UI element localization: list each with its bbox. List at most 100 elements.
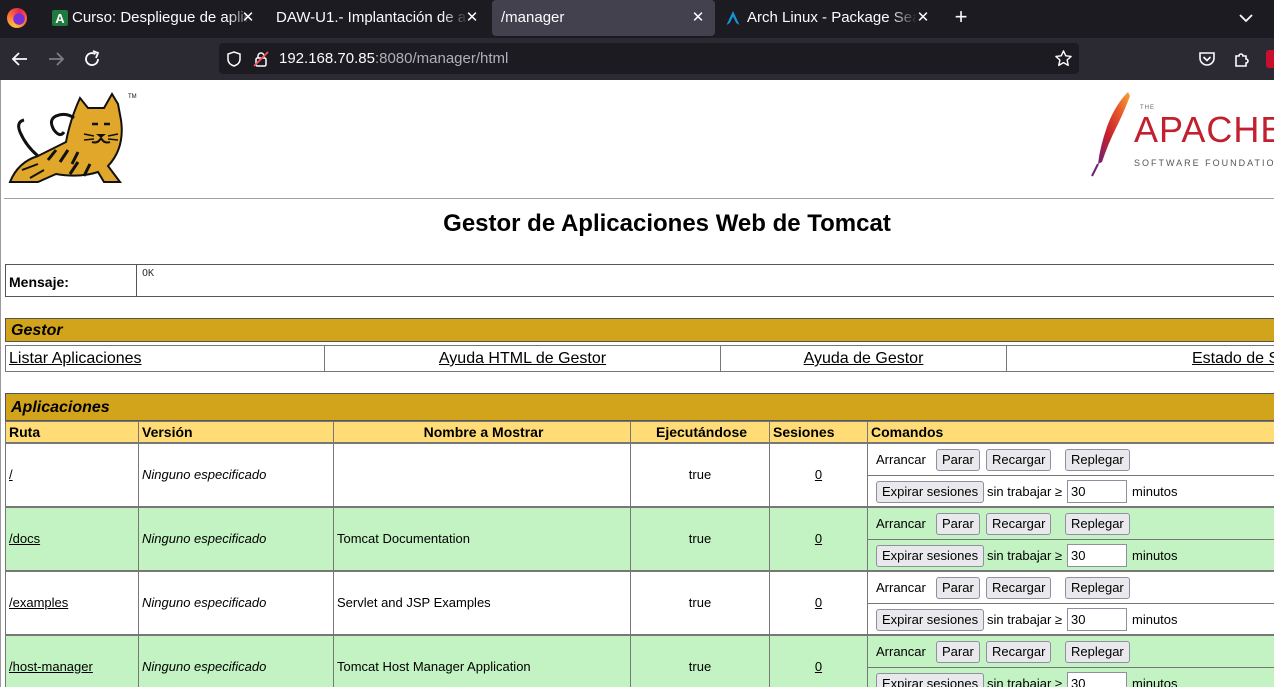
table-row: /docs Ninguno especificado Tomcat Docume… [5, 507, 1274, 571]
message-label: Mensaje: [6, 265, 137, 296]
bookmark-star-icon[interactable] [1054, 49, 1073, 68]
column-header-version: Versión [138, 421, 334, 443]
extension-icon[interactable] [1266, 50, 1274, 68]
extensions-icon[interactable] [1231, 48, 1253, 70]
undeploy-button[interactable]: Replegar [1065, 577, 1130, 599]
svg-text:A: A [55, 11, 65, 26]
app-commands: Arrancar Parar Recargar Replegar Expirar… [867, 507, 1274, 571]
reload-button[interactable]: Recargar [986, 577, 1052, 599]
expire-sessions-button[interactable]: Expirar sesiones [876, 673, 985, 687]
close-tab-icon[interactable]: ✕ [690, 0, 706, 36]
start-command: Arrancar [876, 644, 926, 659]
undeploy-button[interactable]: Replegar [1065, 449, 1130, 471]
app-running: true [688, 595, 712, 610]
url-text[interactable]: 192.168.70.85:8080/manager/html [279, 43, 508, 74]
manager-help-link[interactable]: Ayuda de Gestor [804, 350, 924, 367]
gestor-links: Listar Aplicaciones Ayuda HTML de Gestor… [5, 345, 1274, 372]
gestor-heading: Gestor [5, 318, 1274, 342]
firefox-logo-icon[interactable] [7, 8, 27, 28]
expire-sessions-button[interactable]: Expirar sesiones [876, 609, 985, 631]
tab-strip: A Curso: Despliegue de aplicaciones web … [0, 0, 1274, 38]
app-commands: Arrancar Parar Recargar Replegar Expirar… [867, 635, 1274, 687]
message-value: OK [142, 268, 155, 279]
tomcat-logo[interactable]: TM [8, 90, 148, 186]
reload-button[interactable]: Recargar [986, 641, 1052, 663]
stop-button[interactable]: Parar [936, 641, 980, 663]
tab-manager[interactable]: /manager ✕ [492, 0, 715, 36]
idle-minutes-input[interactable]: 30 [1067, 480, 1127, 503]
shield-icon[interactable] [225, 50, 243, 68]
idle-label: sin trabajar ≥ [987, 548, 1063, 563]
column-header-path: Ruta [5, 421, 139, 443]
reload-icon[interactable] [81, 48, 103, 70]
table-row: /host-manager Ninguno especificado Tomca… [5, 635, 1274, 687]
app-sessions-link[interactable]: 0 [815, 659, 822, 674]
tab-daw[interactable]: DAW-U1.- Implantación de arquitecturas w… [268, 0, 488, 36]
html-manager-help-link[interactable]: Ayuda HTML de Gestor [439, 350, 606, 367]
expire-sessions-button[interactable]: Expirar sesiones [876, 481, 985, 503]
app-sessions-link[interactable]: 0 [815, 467, 822, 482]
stop-button[interactable]: Parar [936, 513, 980, 535]
column-header-running: Ejecutándose [630, 421, 770, 443]
reload-button[interactable]: Recargar [986, 513, 1052, 535]
minutes-label: minutos [1132, 548, 1178, 563]
start-command: Arrancar [876, 516, 926, 531]
app-display-name: Tomcat Host Manager Application [337, 659, 531, 674]
app-commands: Arrancar Parar Recargar Replegar Expirar… [867, 571, 1274, 635]
tab-title: Curso: Despliegue de aplicaciones web [72, 9, 247, 26]
idle-label: sin trabajar ≥ [987, 612, 1063, 627]
close-tab-icon[interactable]: ✕ [464, 0, 480, 36]
app-version: Ninguno especificado [142, 595, 267, 610]
idle-minutes-input[interactable]: 30 [1067, 608, 1127, 631]
insecure-lock-icon[interactable] [252, 50, 270, 68]
new-tab-icon[interactable]: + [952, 0, 970, 36]
app-display-name: Servlet and JSP Examples [337, 595, 491, 610]
start-command: Arrancar [876, 452, 926, 467]
address-bar[interactable]: 192.168.70.85:8080/manager/html [219, 43, 1079, 74]
tab-curso[interactable]: A Curso: Despliegue de aplicaciones web … [44, 0, 262, 36]
app-running: true [688, 467, 712, 482]
expire-sessions-button[interactable]: Expirar sesiones [876, 545, 985, 567]
column-header-sessions: Sesiones [769, 421, 868, 443]
server-status-link[interactable]: Estado de Servidor [1192, 350, 1274, 367]
pocket-icon[interactable] [1196, 48, 1218, 70]
reload-button[interactable]: Recargar [986, 449, 1052, 471]
tab-arch[interactable]: Arch Linux - Package Search ✕ [719, 0, 941, 36]
close-tab-icon[interactable]: ✕ [240, 0, 256, 36]
page-content: TM THE APACHE SOFTWARE FOUNDATION Gestor… [0, 80, 1274, 687]
app-version: Ninguno especificado [142, 467, 267, 482]
app-sessions-link[interactable]: 0 [815, 531, 822, 546]
close-tab-icon[interactable]: ✕ [915, 0, 931, 36]
minutes-label: minutos [1132, 484, 1178, 499]
stop-button[interactable]: Parar [936, 449, 980, 471]
app-running: true [688, 531, 712, 546]
applications-heading: Aplicaciones [5, 393, 1274, 421]
app-path-link[interactable]: / [9, 467, 13, 482]
idle-minutes-input[interactable]: 30 [1067, 544, 1127, 567]
undeploy-button[interactable]: Replegar [1065, 641, 1130, 663]
idle-label: sin trabajar ≥ [987, 484, 1063, 499]
app-display-name: Tomcat Documentation [337, 531, 470, 546]
column-header-commands: Comandos [867, 421, 1274, 443]
stop-button[interactable]: Parar [936, 577, 980, 599]
app-version: Ninguno especificado [142, 659, 267, 674]
list-all-tabs-icon[interactable] [1236, 6, 1256, 30]
page-title: Gestor de Aplicaciones Web de Tomcat [443, 210, 891, 237]
app-running: true [688, 659, 712, 674]
list-applications-link[interactable]: Listar Aplicaciones [9, 350, 142, 367]
app-path-link[interactable]: /examples [9, 595, 68, 610]
table-row: /examples Ninguno especificado Servlet a… [5, 571, 1274, 635]
tab-title: /manager [501, 9, 565, 26]
app-sessions-link[interactable]: 0 [815, 595, 822, 610]
moodle-a-icon: A [52, 10, 68, 26]
navigation-toolbar: 192.168.70.85:8080/manager/html [0, 38, 1274, 80]
idle-label: sin trabajar ≥ [987, 676, 1063, 687]
app-path-link[interactable]: /host-manager [9, 659, 93, 674]
apache-logo[interactable]: THE APACHE SOFTWARE FOUNDATION [1088, 90, 1274, 186]
back-icon[interactable] [9, 48, 31, 70]
app-path-link[interactable]: /docs [9, 531, 40, 546]
forward-icon[interactable] [45, 48, 67, 70]
idle-minutes-input[interactable]: 30 [1067, 672, 1127, 687]
app-commands: Arrancar Parar Recargar Replegar Expirar… [867, 443, 1274, 507]
undeploy-button[interactable]: Replegar [1065, 513, 1130, 535]
